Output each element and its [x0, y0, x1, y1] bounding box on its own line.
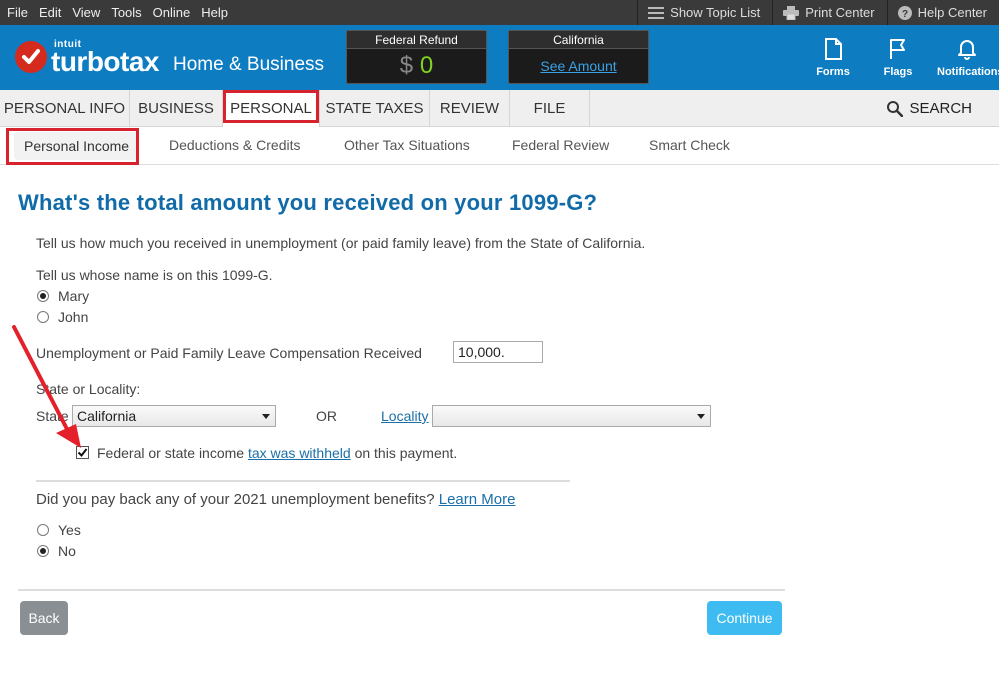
learn-more-link[interactable]: Learn More [439, 491, 516, 508]
radio-no[interactable] [37, 545, 49, 557]
payback-question-text: Did you pay back any of your 2021 unempl… [36, 491, 435, 508]
radio-yes[interactable] [37, 524, 49, 536]
continue-button[interactable]: Continue [707, 601, 782, 635]
annotation-arrow-icon [12, 325, 81, 448]
section-divider [36, 480, 570, 482]
payback-question: Did you pay back any of your 2021 unempl… [36, 491, 515, 508]
back-button[interactable]: Back [20, 601, 68, 635]
radio-yes-label: Yes [58, 522, 81, 538]
radio-no-label: No [58, 543, 76, 559]
footer-divider [18, 589, 785, 591]
